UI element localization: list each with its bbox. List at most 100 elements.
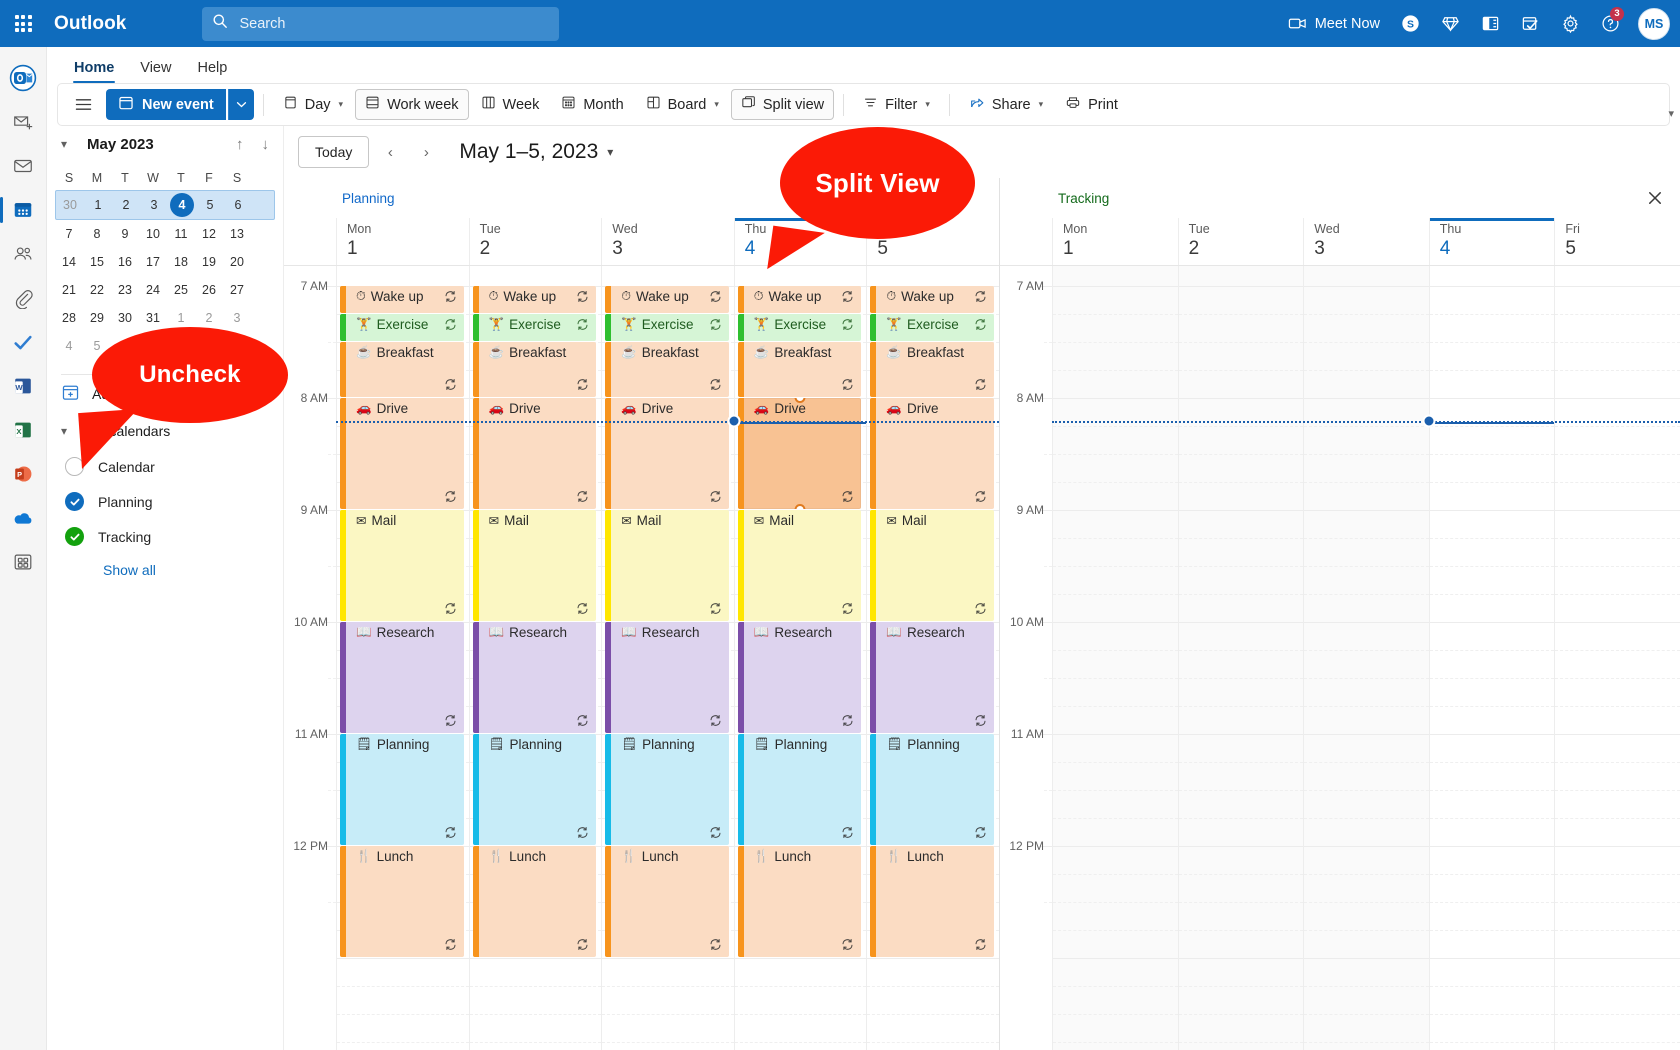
close-icon[interactable] <box>1644 187 1666 209</box>
view-day-button[interactable]: Day ▾ <box>273 89 353 120</box>
calendar-event[interactable]: 🚗Drive <box>473 398 597 509</box>
mini-calendar-day[interactable]: 13 <box>223 220 251 248</box>
calendar-list-item-calendar[interactable]: Calendar <box>47 449 283 484</box>
day-header-fri[interactable]: Fri5 <box>1554 218 1680 265</box>
date-range-picker[interactable]: May 1–5, 2023 ▾ <box>459 140 613 164</box>
mini-calendar-day[interactable]: 5 <box>196 191 224 219</box>
ribbon-collapse-caret-icon[interactable]: ▾ <box>1668 107 1674 120</box>
rail-more-apps-icon[interactable] <box>3 540 43 584</box>
new-event-button[interactable]: New event <box>106 89 226 120</box>
calendar-event[interactable]: ✉Mail <box>473 510 597 621</box>
mini-calendar-day[interactable]: 1 <box>84 191 112 219</box>
calendar-event[interactable]: 🏋Exercise <box>473 314 597 341</box>
calendar-event[interactable]: 🚗Drive <box>738 398 862 509</box>
gear-icon[interactable] <box>1550 0 1590 47</box>
event-resize-handle-bottom[interactable] <box>794 504 805 509</box>
help-icon[interactable]: 3 <box>1590 0 1630 47</box>
skype-icon[interactable]: S <box>1390 0 1430 47</box>
mini-calendar-day[interactable]: 6 <box>224 191 252 219</box>
mini-calendar-day[interactable]: 7 <box>139 332 167 360</box>
day-column-tue[interactable] <box>1178 266 1304 1050</box>
calendar-event[interactable]: ☕Breakfast <box>870 342 994 397</box>
mini-calendar-day[interactable]: 11 <box>167 220 195 248</box>
mini-calendar-day[interactable]: 17 <box>139 248 167 276</box>
mini-calendar-day[interactable]: 15 <box>83 248 111 276</box>
mini-calendar-day[interactable]: 27 <box>223 276 251 304</box>
chevron-down-icon[interactable]: ▾ <box>607 145 613 159</box>
checkbox-checked-icon[interactable] <box>65 492 84 511</box>
calendar-list-item-planning[interactable]: Planning <box>47 484 283 519</box>
day-column-thu[interactable] <box>1429 266 1555 1050</box>
calendar-event[interactable]: ☕Breakfast <box>473 342 597 397</box>
calendar-event[interactable]: ✉Mail <box>605 510 729 621</box>
mini-calendar-day[interactable]: 30 <box>56 191 84 219</box>
mini-calendar-day[interactable]: 12 <box>195 220 223 248</box>
tab-home[interactable]: Home <box>63 55 125 83</box>
rail-mail-icon[interactable] <box>3 144 43 188</box>
day-column-mon[interactable]: ⏱Wake up🏋Exercise☕Breakfast🚗Drive✉Mail📖R… <box>336 266 469 1050</box>
calendar-event[interactable]: ✉Mail <box>738 510 862 621</box>
day-header-wed[interactable]: Wed3 <box>1303 218 1429 265</box>
calendar-event[interactable]: ⏱Wake up <box>605 286 729 313</box>
rail-outlook-logo-icon[interactable] <box>3 56 43 100</box>
mini-calendar-day[interactable]: 3 <box>223 304 251 332</box>
mini-calendar-day[interactable]: 29 <box>83 304 111 332</box>
mini-calendar-day[interactable]: 23 <box>111 276 139 304</box>
mini-calendar-day[interactable]: 2 <box>195 304 223 332</box>
calendar-event[interactable]: 🚗Drive <box>870 398 994 509</box>
mini-calendar-day[interactable]: 26 <box>195 276 223 304</box>
calendar-list-item-tracking[interactable]: Tracking <box>47 519 283 554</box>
mini-calendar-day[interactable]: 4 <box>55 332 83 360</box>
checkbox-checked-icon[interactable] <box>65 527 84 546</box>
calendar-event[interactable]: 🗒Planning <box>870 734 994 845</box>
previous-period-button[interactable]: ‹ <box>375 136 405 168</box>
calendar-event[interactable]: 🍴Lunch <box>340 846 464 957</box>
mini-calendar-day[interactable]: 7 <box>55 220 83 248</box>
mini-calendar-day[interactable]: 14 <box>55 248 83 276</box>
show-all-link[interactable]: Show all <box>47 554 283 578</box>
mini-calendar-prev-icon[interactable]: ↑ <box>232 136 248 153</box>
next-period-button[interactable]: › <box>411 136 441 168</box>
day-header-tue[interactable]: Tue2 <box>469 218 602 265</box>
split-view-button[interactable]: Split view <box>731 89 834 120</box>
calendar-event[interactable]: 🍴Lunch <box>870 846 994 957</box>
calendar-event[interactable]: 🗒Planning <box>473 734 597 845</box>
mini-calendar-day[interactable]: 21 <box>55 276 83 304</box>
mini-calendar-day[interactable]: 9 <box>195 332 223 360</box>
search-box[interactable] <box>202 7 559 41</box>
calendar-event[interactable]: ☕Breakfast <box>738 342 862 397</box>
chevron-down-icon[interactable]: ▾ <box>925 99 930 110</box>
day-column-wed[interactable] <box>1303 266 1429 1050</box>
day-column-wed[interactable]: ⏱Wake up🏋Exercise☕Breakfast🚗Drive✉Mail📖R… <box>601 266 734 1050</box>
my-calendars-group[interactable]: ▾ My calendars <box>47 413 283 449</box>
print-button[interactable]: Print <box>1055 89 1128 120</box>
calendar-event[interactable]: 🏋Exercise <box>340 314 464 341</box>
calendar-event[interactable]: 🍴Lunch <box>605 846 729 957</box>
day-header-wed[interactable]: Wed3 <box>601 218 734 265</box>
mini-calendar-collapse-icon[interactable]: ▾ <box>61 137 77 151</box>
day-header-mon[interactable]: Mon1 <box>1052 218 1178 265</box>
day-column-mon[interactable] <box>1052 266 1178 1050</box>
rail-new-mail-icon[interactable] <box>3 100 43 144</box>
rail-word-icon[interactable]: W <box>3 364 43 408</box>
calendar-event[interactable]: 🗒Planning <box>738 734 862 845</box>
chevron-down-icon[interactable]: ▾ <box>339 99 344 110</box>
day-header-thu[interactable]: Thu4 <box>1429 218 1555 265</box>
rail-excel-icon[interactable]: X <box>3 408 43 452</box>
mini-calendar-day[interactable]: 10 <box>223 332 251 360</box>
calendar-event[interactable]: 📖Research <box>738 622 862 733</box>
day-column-fri[interactable]: ⏱Wake up🏋Exercise☕Breakfast🚗Drive✉Mail📖R… <box>866 266 999 1050</box>
calendar-event[interactable]: ⏱Wake up <box>870 286 994 313</box>
rail-onedrive-icon[interactable] <box>3 496 43 540</box>
calendar-event[interactable]: 🏋Exercise <box>738 314 862 341</box>
calendar-event[interactable]: ✉Mail <box>340 510 464 621</box>
search-input[interactable] <box>237 15 549 33</box>
filter-button[interactable]: Filter ▾ <box>853 89 940 120</box>
mini-calendar-day[interactable]: 20 <box>223 248 251 276</box>
mini-calendar-day[interactable]: 31 <box>139 304 167 332</box>
calendar-event[interactable]: ⏱Wake up <box>340 286 464 313</box>
day-column-tue[interactable]: ⏱Wake up🏋Exercise☕Breakfast🚗Drive✉Mail📖R… <box>469 266 602 1050</box>
tab-help[interactable]: Help <box>186 55 238 83</box>
calendar-event[interactable]: 🏋Exercise <box>605 314 729 341</box>
share-button[interactable]: Share ▾ <box>959 89 1053 120</box>
